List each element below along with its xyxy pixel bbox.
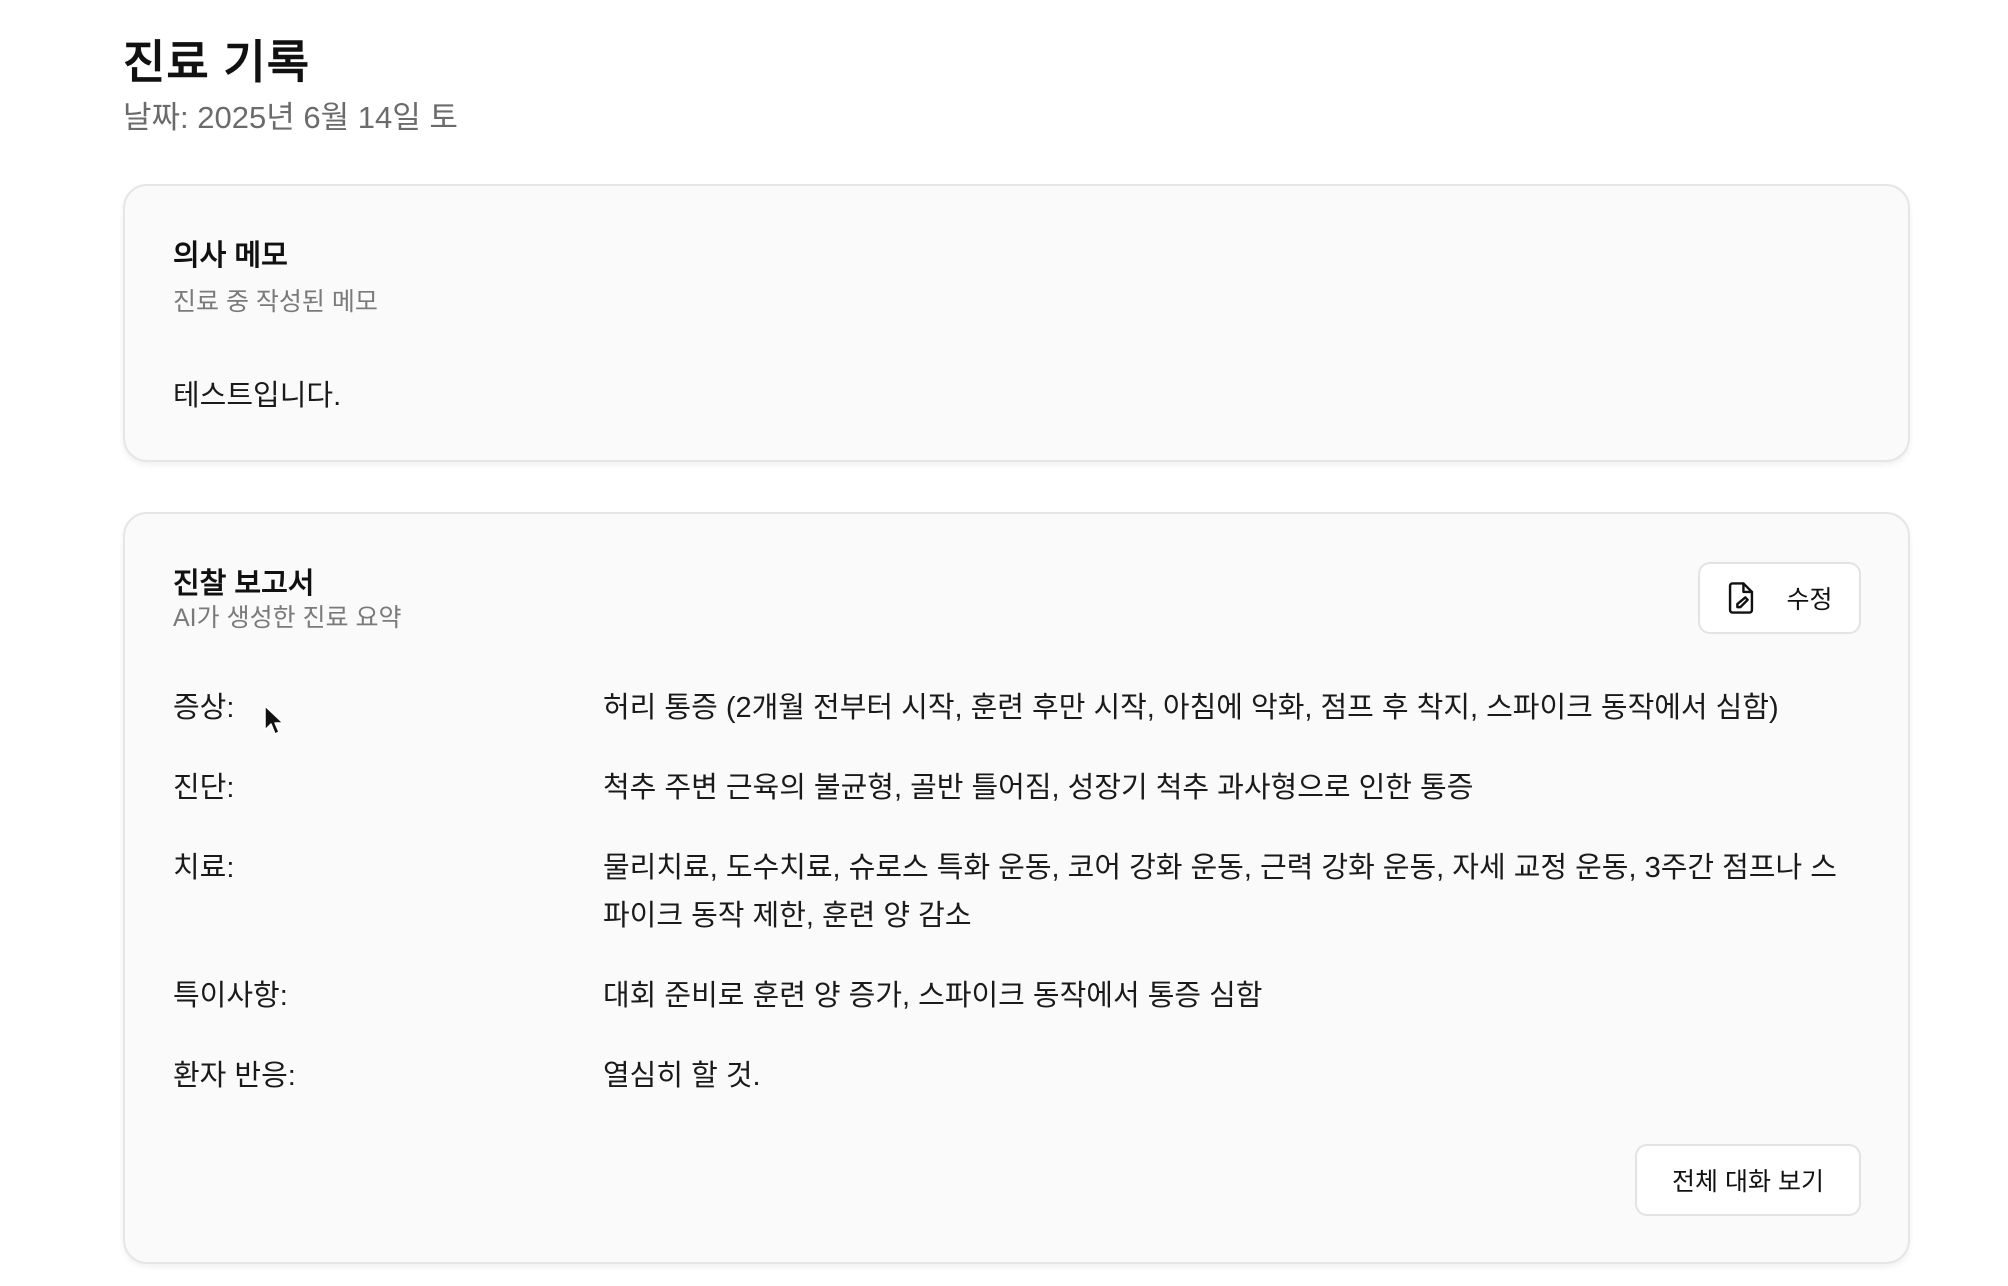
memo-card-title: 의사 메모 xyxy=(173,240,288,272)
memo-body-text: 테스트입니다. xyxy=(173,380,342,412)
doctor-memo-card: 의사 메모 진료 중 작성된 메모 테스트입니다. xyxy=(123,184,1910,462)
report-fields: 증상: 허리 통증 (2개월 전부터 시작, 훈련 후만 시작, 아침에 악화,… xyxy=(173,684,1873,1132)
report-card-title: 진찰 보고서 xyxy=(173,568,315,600)
report-value: 물리치료, 도수치료, 슈로스 특화 운동, 코어 강화 운동, 근력 강화 운… xyxy=(603,852,1837,932)
view-full-conversation-button[interactable]: 전체 대화 보기 xyxy=(1635,1144,1861,1216)
document-edit-icon xyxy=(1729,582,1754,614)
memo-card-subtitle: 진료 중 작성된 메모 xyxy=(173,288,378,316)
exam-report-card: 진찰 보고서 AI가 생성한 진료 요약 수정 증상: 허리 통증 (2개월 전… xyxy=(123,512,1910,1264)
report-row-symptoms: 증상: 허리 통증 (2개월 전부터 시작, 훈련 후만 시작, 아침에 악화,… xyxy=(173,684,1873,764)
report-value: 대회 준비로 훈련 양 증가, 스파이크 동작에서 통증 심함 xyxy=(603,980,1263,1012)
report-label: 진단: xyxy=(173,772,235,804)
report-row-diagnosis: 진단: 척추 주변 근육의 불균형, 골반 틀어짐, 성장기 척추 과사형으로 … xyxy=(173,764,1873,844)
report-label: 치료: xyxy=(173,852,235,884)
report-value: 척추 주변 근육의 불균형, 골반 틀어짐, 성장기 척추 과사형으로 인한 통… xyxy=(603,772,1474,804)
visit-date: 날짜: 2025년 6월 14일 토 xyxy=(123,100,458,135)
report-row-notes: 특이사항: 대회 준비로 훈련 양 증가, 스파이크 동작에서 통증 심함 xyxy=(173,972,1873,1052)
edit-report-button[interactable]: 수정 xyxy=(1698,562,1861,634)
report-value: 열심히 할 것. xyxy=(603,1060,761,1092)
report-row-treatment: 치료: 물리치료, 도수치료, 슈로스 특화 운동, 코어 강화 운동, 근력 … xyxy=(173,844,1873,972)
report-card-subtitle: AI가 생성한 진료 요약 xyxy=(173,604,402,632)
edit-button-label: 수정 xyxy=(1786,586,1833,614)
report-label: 증상: xyxy=(173,692,235,724)
page-title: 진료 기록 xyxy=(123,36,311,88)
report-value: 허리 통증 (2개월 전부터 시작, 훈련 후만 시작, 아침에 악화, 점프 … xyxy=(603,692,1779,724)
report-label: 환자 반응: xyxy=(173,1060,296,1092)
report-row-patient-response: 환자 반응: 열심히 할 것. xyxy=(173,1052,1873,1132)
mouse-cursor-icon xyxy=(264,705,284,735)
report-label: 특이사항: xyxy=(173,980,288,1012)
